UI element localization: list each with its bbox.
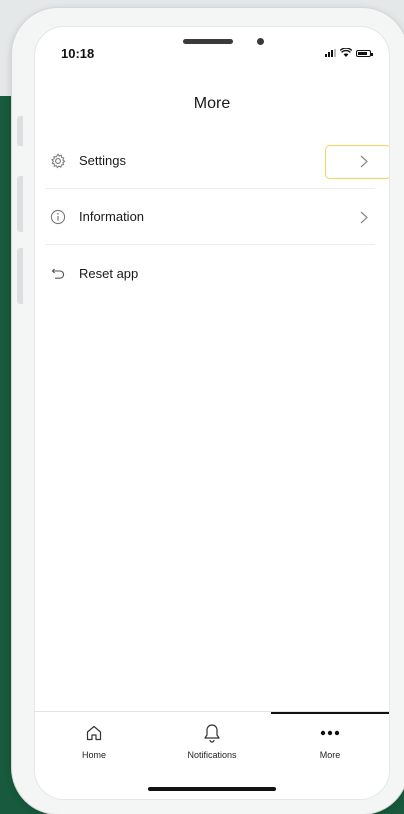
home-indicator (148, 787, 276, 791)
battery-icon (356, 50, 373, 57)
menu-item-label: Settings (79, 153, 126, 168)
menu-item-label: Information (79, 209, 145, 224)
page-title: More (193, 95, 231, 112)
tab-label: More (319, 750, 341, 760)
app-screen: 10:18 More Settings Information Reset ap… (34, 26, 390, 800)
signal-icon (325, 49, 336, 57)
tab-more[interactable]: More (271, 722, 389, 760)
tab-label: Home (81, 750, 106, 760)
focus-highlight (325, 145, 389, 179)
home-icon (35, 722, 153, 744)
tab-home[interactable]: Home (35, 722, 153, 760)
phone-side-button (17, 116, 23, 146)
phone-side-button (17, 176, 23, 232)
menu-item-information[interactable]: Information (45, 189, 375, 245)
menu-item-reset-app[interactable]: Reset app (45, 245, 375, 301)
speaker-grille (183, 39, 233, 44)
active-tab-indicator (271, 712, 389, 714)
phone-side-button (17, 248, 23, 304)
status-time: 10:18 (61, 46, 95, 61)
info-icon (49, 208, 67, 226)
menu-item-label: Reset app (79, 265, 139, 281)
chevron-right-icon[interactable] (357, 208, 371, 226)
camera-dot (257, 38, 264, 45)
status-bar: 10:18 (35, 27, 389, 73)
gear-icon (49, 152, 67, 170)
bell-icon (153, 722, 271, 744)
more-dots-icon (271, 722, 389, 744)
tab-label: Notifications (187, 750, 237, 760)
wifi-icon (340, 48, 352, 57)
reset-icon (49, 264, 67, 282)
tab-notifications[interactable]: Notifications (153, 722, 271, 760)
status-icons (325, 48, 373, 57)
